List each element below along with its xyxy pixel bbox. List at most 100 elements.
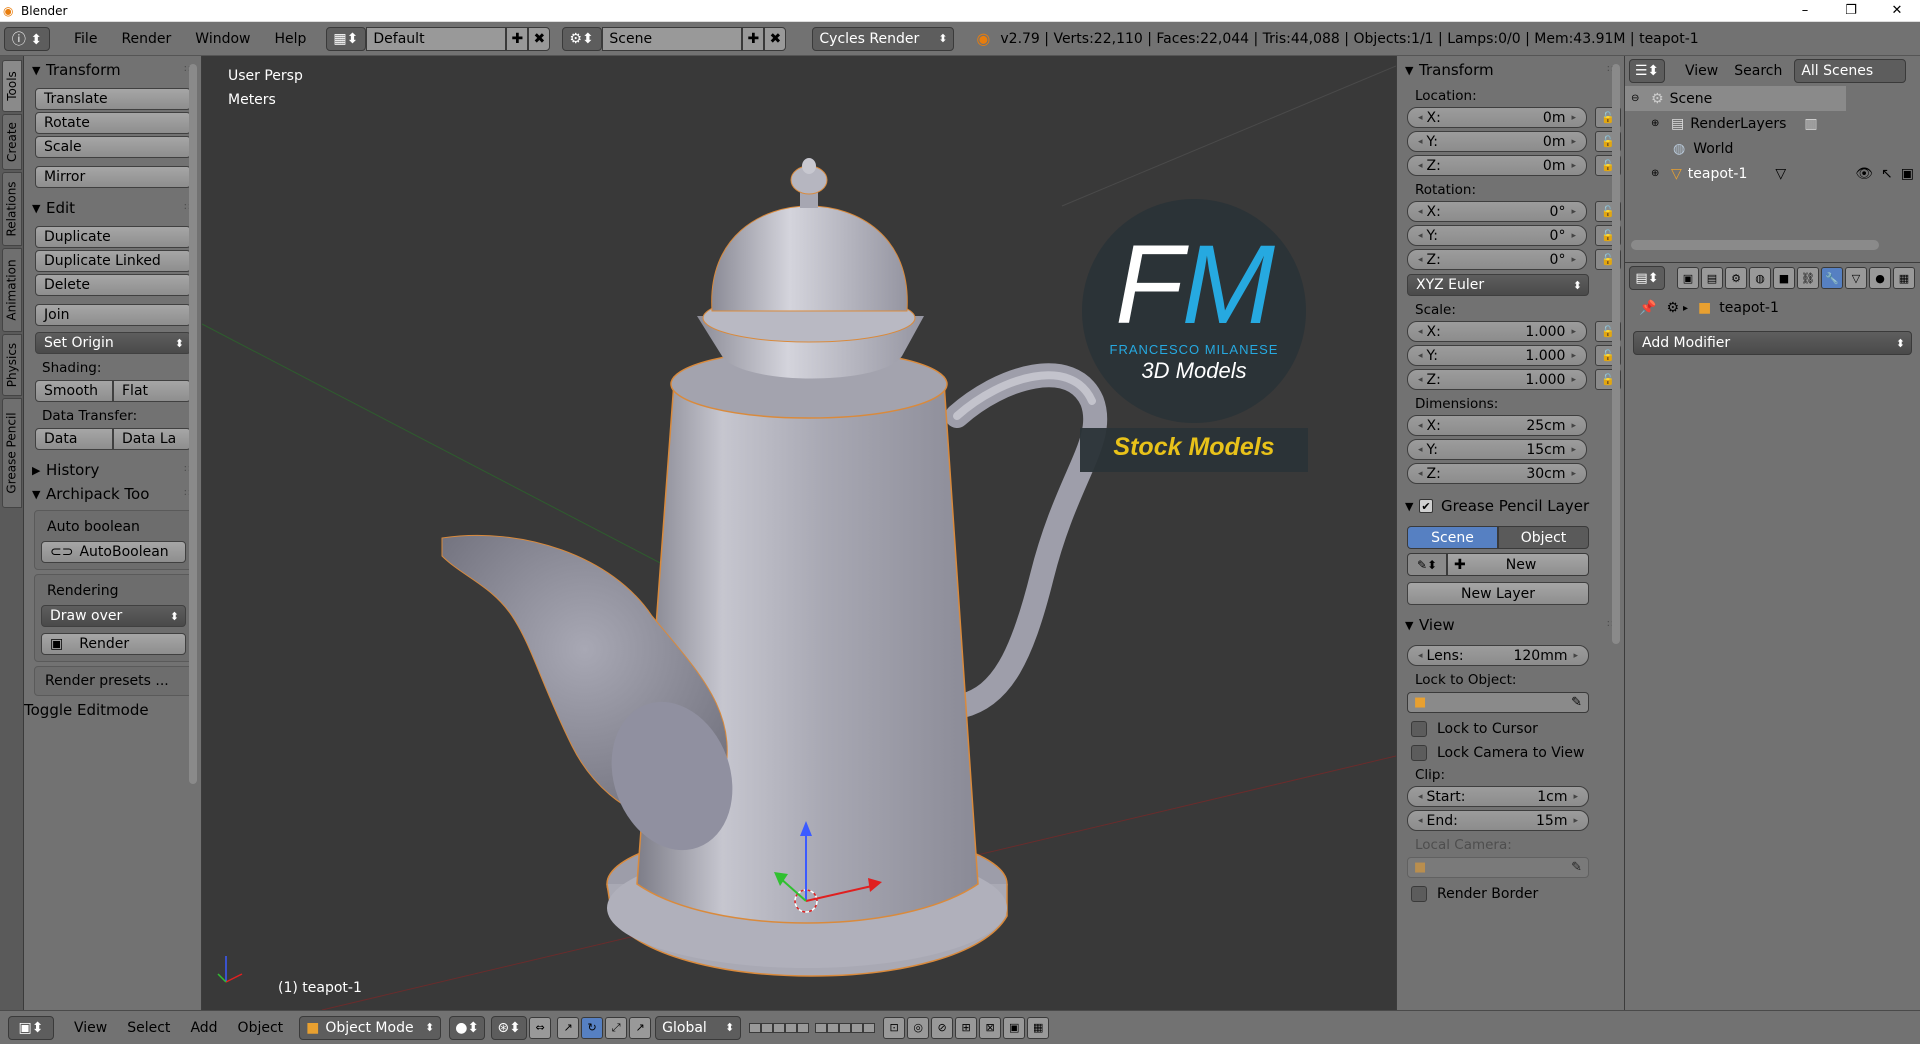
- lock-layers-icon[interactable]: ⊡: [883, 1016, 906, 1039]
- menu-add[interactable]: Add: [180, 1016, 227, 1040]
- tab-create[interactable]: Create: [2, 114, 22, 170]
- delete-button[interactable]: Delete: [35, 274, 191, 296]
- move-manipulator-icon[interactable]: ↗: [629, 1016, 652, 1039]
- outliner-menu-view[interactable]: View: [1677, 59, 1726, 83]
- delete-scene-button[interactable]: ✖: [764, 26, 787, 51]
- duplicate-button[interactable]: Duplicate: [35, 226, 191, 248]
- join-button[interactable]: Join: [35, 304, 191, 326]
- n-transform-header[interactable]: ▼Transform∷∷: [1397, 58, 1624, 82]
- tab-grease-pencil[interactable]: Grease Pencil: [2, 398, 22, 508]
- properties-editor-type-button[interactable]: ▤⬍: [1629, 266, 1665, 290]
- manipulator-toggle-icon[interactable]: ⇔: [529, 1016, 552, 1039]
- add-modifier-dropdown[interactable]: Add Modifier ⬍: [1633, 331, 1912, 355]
- delete-layout-button[interactable]: ✖: [528, 26, 551, 51]
- local-camera-field[interactable]: ■ ✎: [1407, 857, 1589, 878]
- data-tab-icon[interactable]: ▽: [1845, 267, 1867, 289]
- add-layout-button[interactable]: ✚: [506, 26, 529, 51]
- lock-to-cursor-checkbox[interactable]: Lock to Cursor: [1411, 721, 1624, 737]
- render-tab-icon[interactable]: ▣: [1677, 267, 1699, 289]
- 3d-viewport[interactable]: User Persp Meters (1) teapot-1 FM FRANCE…: [202, 56, 1396, 1010]
- render-layers-tab-icon[interactable]: ▤: [1701, 267, 1723, 289]
- snap-element-icon[interactable]: ⊞: [955, 1016, 978, 1039]
- location-x-field[interactable]: X:0m: [1407, 107, 1587, 128]
- lock-camera-to-view-checkbox[interactable]: Lock Camera to View: [1411, 745, 1624, 761]
- pivot-point-dropdown[interactable]: ⊛⬍: [491, 1015, 528, 1040]
- scene-tab-icon[interactable]: ⚙: [1725, 267, 1747, 289]
- visibility-eye-icon[interactable]: 👁: [1855, 166, 1873, 182]
- rotation-x-field[interactable]: X:0°: [1407, 201, 1587, 222]
- texture-tab-icon[interactable]: ▦: [1893, 267, 1915, 289]
- clip-end-field[interactable]: End:15m: [1407, 810, 1589, 831]
- layer-button[interactable]: [797, 1022, 810, 1033]
- flat-button[interactable]: Flat: [113, 380, 191, 402]
- layer-button[interactable]: [815, 1022, 828, 1033]
- lens-field[interactable]: Lens:120mm: [1407, 645, 1589, 666]
- data-layout-transfer-button[interactable]: Data La: [113, 428, 191, 450]
- render-engine-dropdown[interactable]: Cycles Render ⬍: [812, 26, 955, 51]
- layer-button[interactable]: [773, 1022, 786, 1033]
- modifiers-tab-icon[interactable]: 🔧: [1821, 267, 1843, 289]
- layout-name-field[interactable]: Default: [366, 26, 507, 51]
- constraints-tab-icon[interactable]: ⛓: [1797, 267, 1819, 289]
- selectable-cursor-icon[interactable]: ↖: [1881, 166, 1893, 182]
- rotation-y-field[interactable]: Y:0°: [1407, 225, 1587, 246]
- menu-object[interactable]: Object: [228, 1016, 294, 1040]
- layer-button[interactable]: [827, 1022, 840, 1033]
- outliner-item-world[interactable]: ◍ World: [1625, 136, 1920, 161]
- proportional-edit-icon[interactable]: ◎: [907, 1016, 930, 1039]
- translate-manipulator-icon[interactable]: ↗: [557, 1016, 580, 1039]
- dimensions-z-field[interactable]: Z:30cm: [1407, 463, 1587, 484]
- menu-window[interactable]: Window: [183, 27, 262, 51]
- maximize-button[interactable]: ❐: [1828, 3, 1874, 18]
- menu-select[interactable]: Select: [117, 1016, 180, 1040]
- rotation-mode-dropdown[interactable]: XYZ Euler: [1407, 274, 1589, 296]
- toolshelf-scrollbar[interactable]: [189, 64, 197, 784]
- snap-target-icon[interactable]: ⊠: [979, 1016, 1002, 1039]
- set-origin-dropdown[interactable]: Set Origin: [35, 332, 191, 354]
- add-scene-button[interactable]: ✚: [742, 26, 765, 51]
- grease-pencil-layer-header[interactable]: ▼ ✔ Grease Pencil Layer: [1397, 494, 1624, 518]
- layer-button[interactable]: [749, 1022, 762, 1033]
- view-panel-header[interactable]: ▼View∷∷: [1397, 613, 1624, 637]
- render-border-checkbox[interactable]: Render Border: [1411, 886, 1624, 902]
- view3d-editor-type-button[interactable]: ▣⬍: [8, 1015, 54, 1040]
- outliner-scrollbar[interactable]: [1631, 240, 1879, 250]
- scale-manipulator-icon[interactable]: ⤢: [605, 1016, 628, 1039]
- collapse-icon[interactable]: ⊖: [1631, 93, 1645, 104]
- world-tab-icon[interactable]: ◍: [1749, 267, 1771, 289]
- tab-tools[interactable]: Tools: [2, 60, 22, 112]
- expand-icon[interactable]: ⊕: [1651, 168, 1665, 179]
- rotation-z-field[interactable]: Z:0°: [1407, 249, 1587, 270]
- location-y-field[interactable]: Y:0m: [1407, 131, 1587, 152]
- outliner-editor-type-button[interactable]: ☰⬍: [1629, 59, 1665, 83]
- grease-pencil-checkbox[interactable]: ✔: [1419, 499, 1433, 513]
- layer-button[interactable]: [785, 1022, 798, 1033]
- lock-object-field[interactable]: ■ ✎: [1407, 692, 1589, 713]
- layout-browse-button[interactable]: ▦⬍: [326, 26, 367, 51]
- outliner-item-teapot[interactable]: ⊕ ▽ teapot-1 ▽ 👁 ↖ ▣: [1625, 161, 1920, 186]
- edit-panel-header[interactable]: ▼Edit∷∷: [24, 196, 201, 220]
- toggle-editmode-header[interactable]: ▼Toggle Editmode: [24, 698, 201, 722]
- scale-z-field[interactable]: Z:1.000: [1407, 369, 1587, 390]
- scale-x-field[interactable]: X:1.000: [1407, 321, 1587, 342]
- data-transfer-button[interactable]: Data: [35, 428, 113, 450]
- outliner-item-renderlayers[interactable]: ⊕ ▤ RenderLayers ▥: [1625, 111, 1920, 136]
- tab-physics[interactable]: Physics: [2, 334, 22, 396]
- archipack-panel-header[interactable]: ▼Archipack Too∷∷: [24, 482, 201, 506]
- history-panel-header[interactable]: ▶History∷∷: [24, 458, 201, 482]
- outliner-display-mode-dropdown[interactable]: All Scenes: [1794, 59, 1907, 83]
- npanel-scrollbar[interactable]: [1612, 64, 1620, 644]
- gp-object-toggle[interactable]: Object: [1498, 526, 1589, 549]
- renderable-camera-icon[interactable]: ▣: [1901, 166, 1914, 182]
- translate-button[interactable]: Translate: [35, 88, 191, 110]
- layer-button[interactable]: [839, 1022, 852, 1033]
- interaction-mode-dropdown[interactable]: ■ Object Mode ⬍: [299, 1015, 442, 1040]
- new-layer-button[interactable]: New Layer: [1407, 582, 1589, 605]
- transform-orientation-dropdown[interactable]: Global ⬍: [655, 1015, 742, 1040]
- rotate-button[interactable]: Rotate: [35, 112, 191, 134]
- dimensions-y-field[interactable]: Y:15cm: [1407, 439, 1587, 460]
- scale-y-field[interactable]: Y:1.000: [1407, 345, 1587, 366]
- draw-over-dropdown[interactable]: Draw over: [41, 605, 186, 627]
- eyedropper-icon[interactable]: ✎: [1571, 695, 1582, 710]
- layer-button[interactable]: [761, 1022, 774, 1033]
